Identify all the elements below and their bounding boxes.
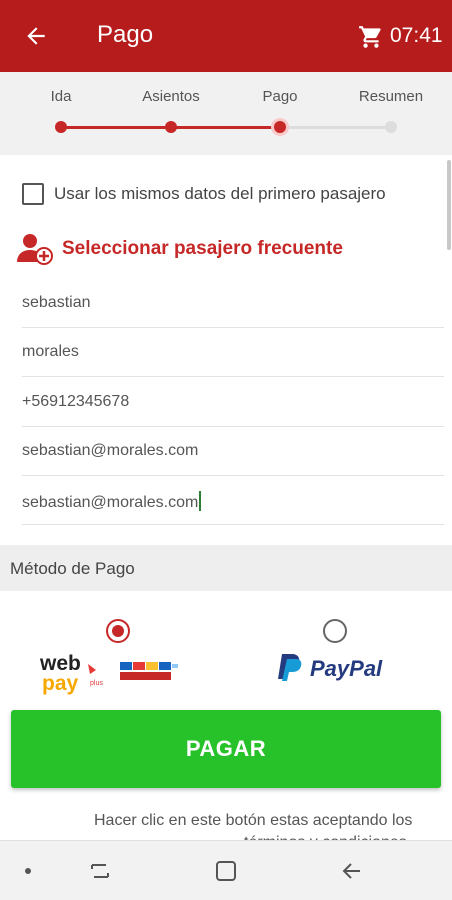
step-label-resumen: Resumen (358, 88, 424, 105)
email-confirm-field[interactable]: sebastian@morales.com (22, 479, 444, 525)
first-name-value: sebastian (22, 294, 91, 311)
cart-icon[interactable] (358, 24, 384, 50)
text-caret (199, 491, 202, 511)
step-dot-ida (55, 121, 67, 133)
webpay-logo-badge: plus (90, 680, 103, 687)
same-data-checkbox[interactable] (22, 183, 44, 205)
add-user-icon (17, 234, 53, 265)
recents-icon[interactable] (86, 857, 114, 885)
last-name-field[interactable]: morales (22, 331, 444, 377)
webpay-logo-text-2: pay (42, 672, 79, 695)
paypal-radio[interactable] (323, 619, 347, 643)
email-value: sebastian@morales.com (22, 442, 199, 459)
page-title: Pago (97, 21, 154, 48)
webpay-radio[interactable] (106, 619, 130, 643)
arrow-left-icon (27, 27, 45, 45)
frequent-passenger-link[interactable]: Seleccionar pasajero frecuente (16, 232, 343, 266)
phone-value: +56912345678 (22, 393, 130, 410)
step-label-asientos: Asientos (142, 88, 200, 105)
payment-method-title: Método de Pago (10, 559, 135, 578)
step-dot-pago-current (271, 118, 289, 136)
frequent-passenger-label: Seleccionar pasajero frecuente (62, 238, 343, 259)
stepper-line-pending (280, 126, 391, 129)
step-dot-asientos (165, 121, 177, 133)
system-nav-bar (0, 840, 452, 900)
dot-icon (14, 857, 42, 885)
app-bar: Pago 07:41 (0, 0, 452, 72)
paypal-logo-text: PayPal (310, 656, 383, 681)
payment-method-header: Método de Pago (0, 545, 452, 591)
scrollbar[interactable] (447, 160, 451, 250)
pay-button[interactable]: PAGAR (11, 710, 441, 788)
terms-line-1: Hacer clic en este botón estas aceptando… (94, 812, 413, 829)
same-data-row[interactable]: Usar los mismos datos del primero pasaje… (22, 183, 386, 205)
home-icon[interactable] (212, 857, 240, 885)
phone-field[interactable]: +56912345678 (22, 381, 444, 427)
email-field[interactable]: sebastian@morales.com (22, 430, 444, 476)
first-name-field[interactable]: sebastian (22, 282, 444, 328)
progress-stepper: Ida Asientos Pago Resumen (0, 72, 452, 155)
step-label-pago: Pago (262, 88, 298, 105)
last-name-value: morales (22, 343, 79, 360)
back-button[interactable] (18, 20, 54, 52)
step-label-ida: Ida (50, 88, 72, 105)
paypal-logo[interactable]: PayPal (276, 650, 406, 686)
webpay-logo[interactable]: web pay plus (39, 650, 190, 696)
step-dot-resumen (385, 121, 397, 133)
back-icon[interactable] (338, 857, 366, 885)
countdown-timer: 07:41 (390, 24, 443, 47)
same-data-label: Usar los mismos datos del primero pasaje… (54, 184, 386, 203)
email-confirm-value: sebastian@morales.com (22, 494, 199, 511)
